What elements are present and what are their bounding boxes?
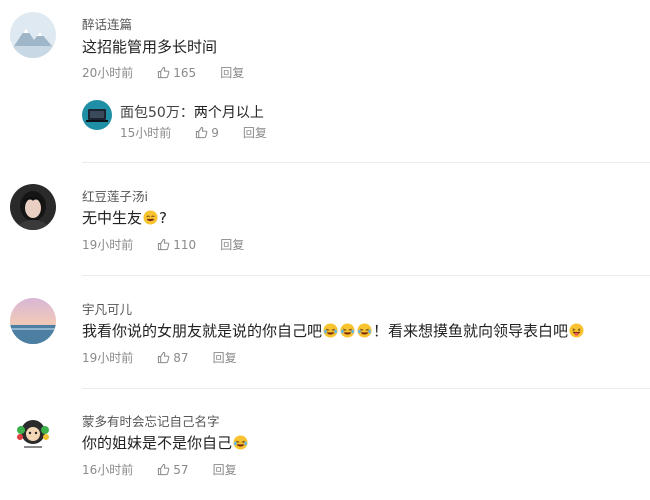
comment-text: 无中生友? [82,207,167,228]
grin-tongue-emoji-icon [569,323,584,338]
comment-meta: 19小时前 110 回复 [82,236,244,253]
like-count: 165 [173,65,197,80]
comment-username[interactable]: 宇凡可儿 [82,299,132,318]
avatar[interactable] [10,12,56,58]
like-count: 110 [173,237,197,252]
sub-reply-time: 15小时前 [120,126,172,140]
comment-time: 19小时前 [82,238,134,252]
thumbs-up-icon [158,463,170,476]
avatar-cartoon-image [10,410,56,456]
comment-text-part: ！看来想摸鱼就向领导表白吧 [373,322,569,340]
thumbs-up-icon [158,351,170,364]
avatar-portrait-image [10,184,56,230]
comment-text: 我看你说的女朋友就是说的你自己吧 ！看来想摸鱼就向领导表白吧 [82,320,585,341]
comment-text: 你的姐妹是不是你自己 [82,432,249,453]
like-button[interactable]: 110 [157,238,196,252]
sub-reply-avatar[interactable] [82,100,112,130]
thumbs-up-icon [158,238,170,251]
like-button[interactable]: 9 [195,126,219,140]
thumbs-up-icon [196,126,208,139]
smile-emoji-icon [143,210,158,225]
reply-button[interactable]: 回复 [220,236,244,253]
comment-text-part: 我看你说的女朋友就是说的你自己吧 [82,322,323,340]
divider [82,388,650,389]
sub-reply-username[interactable]: 面包50万： [120,105,194,121]
comment-username[interactable]: 蒙多有时会忘记自己名字 [82,411,220,430]
reply-button[interactable]: 回复 [243,124,267,141]
like-count: 57 [173,462,189,477]
reply-button[interactable]: 回复 [213,461,237,478]
comment-username[interactable]: 醉话连篇 [82,14,132,33]
comment-text-part: ? [159,209,167,227]
sub-reply-line: 面包50万：两个月以上 [120,102,264,122]
sub-reply-text: 两个月以上 [193,105,264,121]
divider [82,162,650,163]
reply-button[interactable]: 回复 [213,349,237,366]
thumbs-up-icon [158,66,170,79]
avatar-laptop-image [82,100,112,130]
comment-text-part: 无中生友 [82,209,143,227]
comment-username[interactable]: 红豆莲子汤i [82,186,148,205]
laugh-cry-emoji-icon [233,435,248,450]
like-count: 9 [211,125,219,140]
comment-meta: 16小时前 57 回复 [82,461,237,478]
laugh-cry-emoji-icon [340,323,355,338]
avatar-sunset-image [10,298,56,344]
reply-button[interactable]: 回复 [220,64,244,81]
comment-time: 19小时前 [82,351,134,365]
divider [82,275,650,276]
like-button[interactable]: 165 [157,66,196,80]
comment-meta: 20小时前 165 回复 [82,64,244,81]
avatar[interactable] [10,184,56,230]
comment-text-part: 你的姐妹是不是你自己 [82,434,233,452]
avatar-mountain-image [10,12,56,58]
laugh-cry-emoji-icon [323,323,338,338]
like-count: 87 [173,350,189,365]
comment-meta: 19小时前 87 回复 [82,349,237,366]
sub-reply-meta: 15小时前 9 回复 [120,124,267,141]
comment-time: 20小时前 [82,66,134,80]
comment-text: 这招能管用多长时间 [82,38,218,56]
like-button[interactable]: 87 [157,350,189,365]
laugh-cry-emoji-icon [357,323,372,338]
avatar[interactable] [10,298,56,344]
like-button[interactable]: 57 [157,462,189,477]
avatar[interactable] [10,410,56,456]
comment-time: 16小时前 [82,463,134,477]
